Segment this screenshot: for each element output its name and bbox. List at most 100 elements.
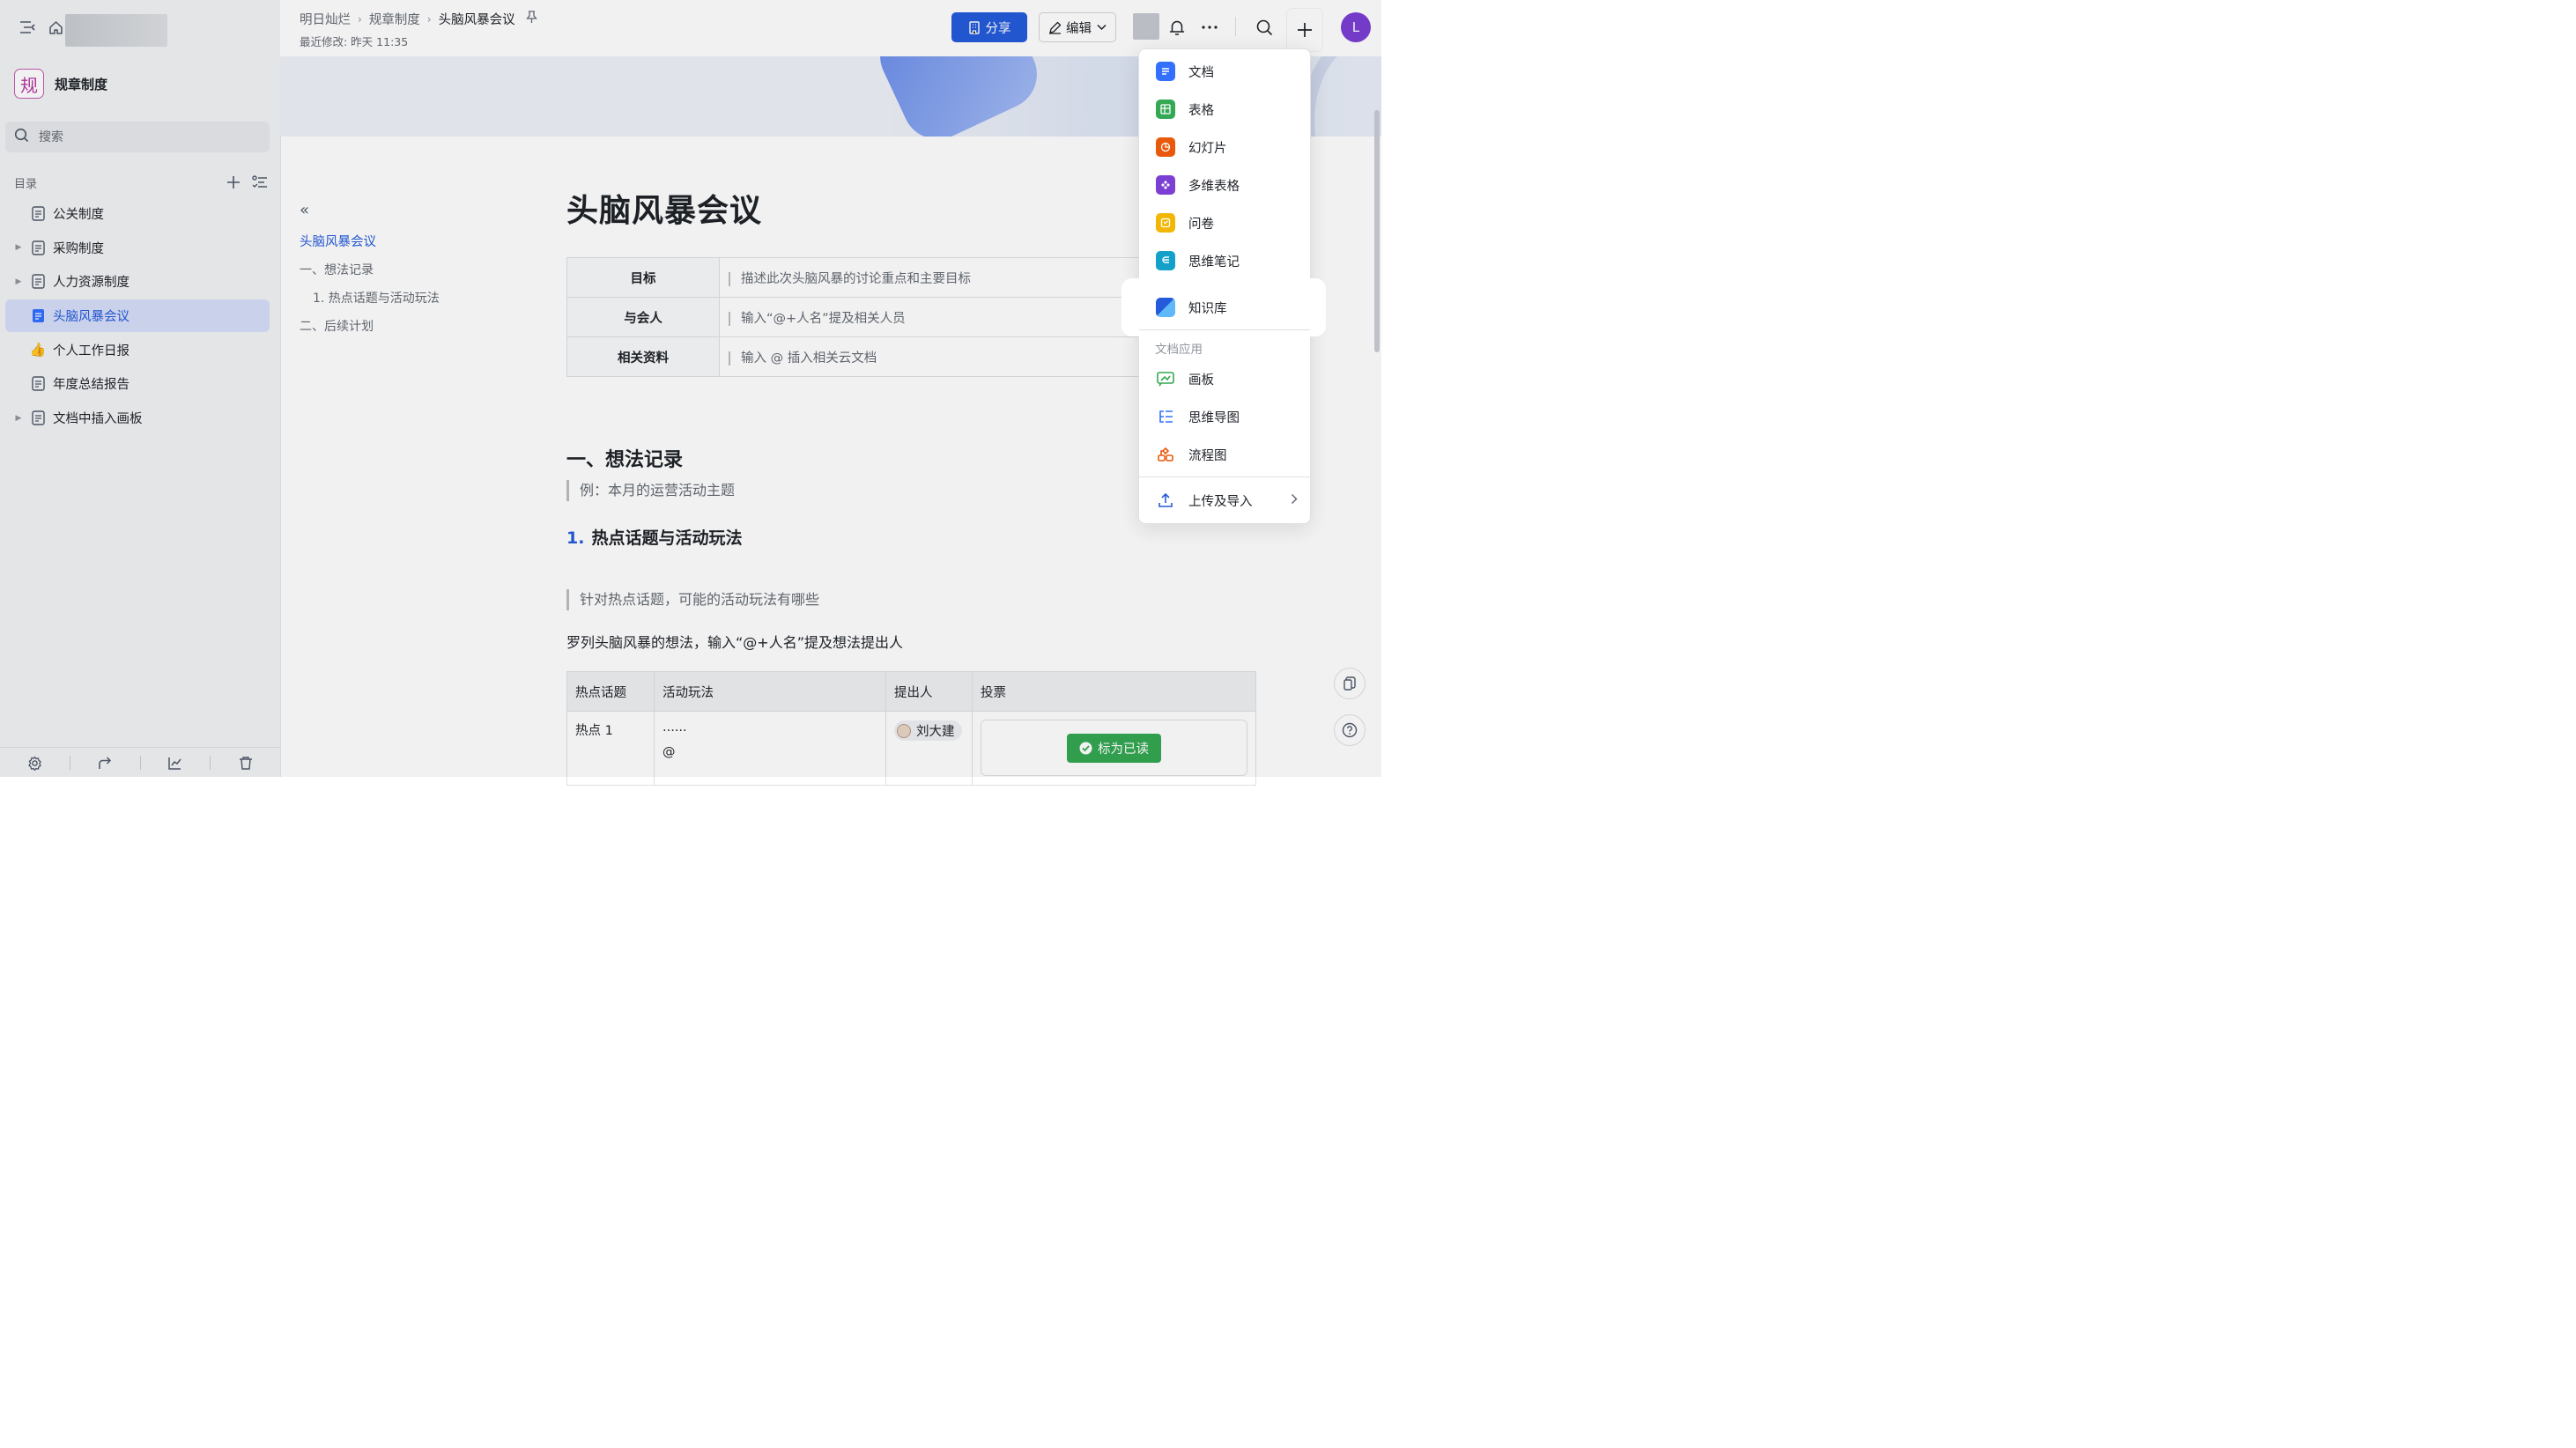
- quote-block[interactable]: 针对热点话题，可能的活动玩法有哪些: [566, 588, 819, 610]
- double-chevron-left-icon[interactable]: «: [300, 201, 440, 219]
- menu-item-upload[interactable]: 上传及导入: [1139, 483, 1310, 518]
- person-mention[interactable]: 刘大建: [893, 720, 962, 741]
- menu-item-label: 多维表格: [1188, 179, 1240, 194]
- outline-item[interactable]: 一、想法记录: [300, 256, 440, 284]
- space-header[interactable]: 规 规章制度: [13, 68, 107, 99]
- outline-item[interactable]: 头脑风暴会议: [300, 228, 440, 256]
- tree-item-label: 文档中插入画板: [52, 412, 143, 427]
- doc-icon: [30, 205, 46, 221]
- add-page-icon[interactable]: [224, 173, 243, 192]
- paragraph[interactable]: 罗列头脑风暴的想法，输入“@+人名”提及想法提出人: [566, 631, 903, 652]
- column-header: 提出人: [885, 670, 973, 712]
- pencil-icon: [1048, 20, 1062, 34]
- tree-item-brainstorm[interactable]: 头脑风暴会议: [4, 299, 270, 333]
- doc-icon: [30, 410, 46, 426]
- breadcrumb-current[interactable]: 头脑风暴会议: [439, 10, 515, 28]
- create-new-button[interactable]: [1286, 8, 1322, 51]
- search-box[interactable]: [4, 121, 270, 152]
- tree-item-purchase[interactable]: ▶ 采购制度: [5, 232, 270, 264]
- plus-icon: [1297, 22, 1313, 38]
- mark-read-button[interactable]: 标为已读: [1066, 733, 1161, 763]
- menu-item-sheet[interactable]: 表格: [1139, 92, 1310, 127]
- analytics-icon[interactable]: [140, 755, 210, 770]
- tree-item-label: 个人工作日报: [52, 344, 130, 358]
- building-icon: [967, 20, 980, 34]
- tree-item-hr[interactable]: ▶ 人力资源制度: [5, 265, 270, 298]
- mindnote-icon: [1155, 250, 1175, 270]
- tree-item-label: 公关制度: [52, 207, 104, 222]
- search-input[interactable]: [36, 129, 252, 145]
- table-row: 热点 1 ...... @ 刘大建 标为已读: [566, 710, 1256, 786]
- share-label: 分享: [985, 21, 1011, 36]
- expand-caret-icon[interactable]: ▶: [12, 277, 25, 286]
- table-cell[interactable]: ...... @: [653, 710, 886, 786]
- menu-item-label: 上传及导入: [1188, 494, 1253, 509]
- user-avatar[interactable]: L: [1340, 11, 1371, 42]
- menu-item-base[interactable]: 多维表格: [1139, 167, 1310, 203]
- table-header-row: 热点话题 活动玩法 提出人 投票: [566, 670, 1256, 712]
- table-cell[interactable]: 刘大建: [885, 710, 973, 786]
- edit-mode-button[interactable]: 编辑: [1038, 11, 1116, 42]
- scrollbar[interactable]: [1373, 109, 1380, 352]
- copy-doc-icon[interactable]: [1333, 667, 1366, 699]
- breadcrumb-item[interactable]: 规章制度: [369, 10, 420, 28]
- home-icon[interactable]: [46, 18, 65, 37]
- menu-item-label: 思维导图: [1188, 410, 1240, 425]
- tree-item-annual-report[interactable]: 年度总结报告: [5, 367, 270, 400]
- menu-item-survey[interactable]: 问卷: [1139, 205, 1310, 240]
- sidebar: 规 规章制度 目录 公关制度 ▶: [0, 0, 281, 777]
- hot-topic-table: 热点话题 活动玩法 提出人 投票 热点 1 ...... @ 刘大建 标为已读: [566, 670, 1256, 786]
- table-cell[interactable]: 热点 1: [566, 710, 655, 786]
- help-icon[interactable]: [1333, 713, 1366, 746]
- doc-icon: [1155, 61, 1175, 81]
- outline-item[interactable]: 1. 热点话题与活动玩法: [300, 284, 440, 313]
- menu-item-doc[interactable]: 文档: [1139, 54, 1310, 89]
- trash-icon[interactable]: [211, 755, 280, 770]
- tree-item-whiteboard-doc[interactable]: ▶ 文档中插入画板: [5, 402, 270, 434]
- subsection-heading[interactable]: 1. 热点话题与活动玩法: [566, 525, 742, 549]
- whiteboard-icon: [1156, 369, 1175, 388]
- menu-item-mindmap[interactable]: 思维导图: [1139, 399, 1310, 434]
- menu-item-mindnote[interactable]: 思维笔记: [1139, 243, 1310, 278]
- heading-text: 热点话题与活动玩法: [591, 528, 743, 548]
- menu-item-whiteboard[interactable]: 画板: [1139, 361, 1310, 396]
- mindmap-icon: [1156, 407, 1175, 426]
- section-heading[interactable]: 一、想法记录: [566, 444, 683, 472]
- search-icon[interactable]: [1255, 18, 1274, 37]
- toc-list-icon[interactable]: [250, 173, 270, 192]
- cell-line: @: [662, 744, 676, 759]
- blurred-thumbnail: [1132, 12, 1159, 40]
- menu-item-wiki[interactable]: 知识库: [1126, 283, 1321, 331]
- tree-item-daily-report[interactable]: 👍 个人工作日报: [5, 334, 270, 366]
- breadcrumb: 明日灿烂 › 规章制度 › 头脑风暴会议: [300, 10, 537, 28]
- menu-item-flowchart[interactable]: 流程图: [1139, 437, 1310, 472]
- more-icon[interactable]: [1200, 18, 1219, 37]
- quote-block[interactable]: 例：本月的运营活动主题: [566, 479, 735, 501]
- expand-caret-icon[interactable]: ▶: [12, 414, 25, 423]
- menu-item-slides[interactable]: 幻灯片: [1139, 129, 1310, 165]
- menu-item-label: 幻灯片: [1188, 141, 1227, 156]
- outline-item[interactable]: 二、后续计划: [300, 313, 440, 341]
- pin-icon[interactable]: [525, 11, 537, 27]
- upload-icon: [1156, 491, 1175, 510]
- bell-icon[interactable]: [1167, 18, 1187, 37]
- settings-icon[interactable]: [0, 755, 70, 771]
- menu-item-label: 知识库: [1188, 301, 1227, 316]
- divider: [1234, 16, 1236, 36]
- doc-icon: [30, 274, 46, 290]
- tree-item-pr[interactable]: 公关制度: [5, 197, 270, 230]
- vote-widget: 标为已读: [980, 719, 1247, 776]
- blurred-region: [64, 13, 167, 47]
- breadcrumb-item[interactable]: 明日灿烂: [300, 10, 351, 28]
- share-out-icon[interactable]: [70, 755, 140, 770]
- doc-icon: [30, 376, 46, 392]
- expand-caret-icon[interactable]: ▶: [12, 243, 25, 252]
- info-key: 目标: [566, 256, 720, 298]
- menu-item-label: 问卷: [1188, 217, 1214, 232]
- share-button[interactable]: 分享: [951, 11, 1027, 42]
- collapse-sidebar-icon[interactable]: [18, 18, 37, 37]
- check-circle-icon: [1079, 741, 1092, 754]
- search-icon: [14, 128, 30, 146]
- menu-item-label: 画板: [1188, 373, 1214, 388]
- cover-shape: [868, 55, 1049, 137]
